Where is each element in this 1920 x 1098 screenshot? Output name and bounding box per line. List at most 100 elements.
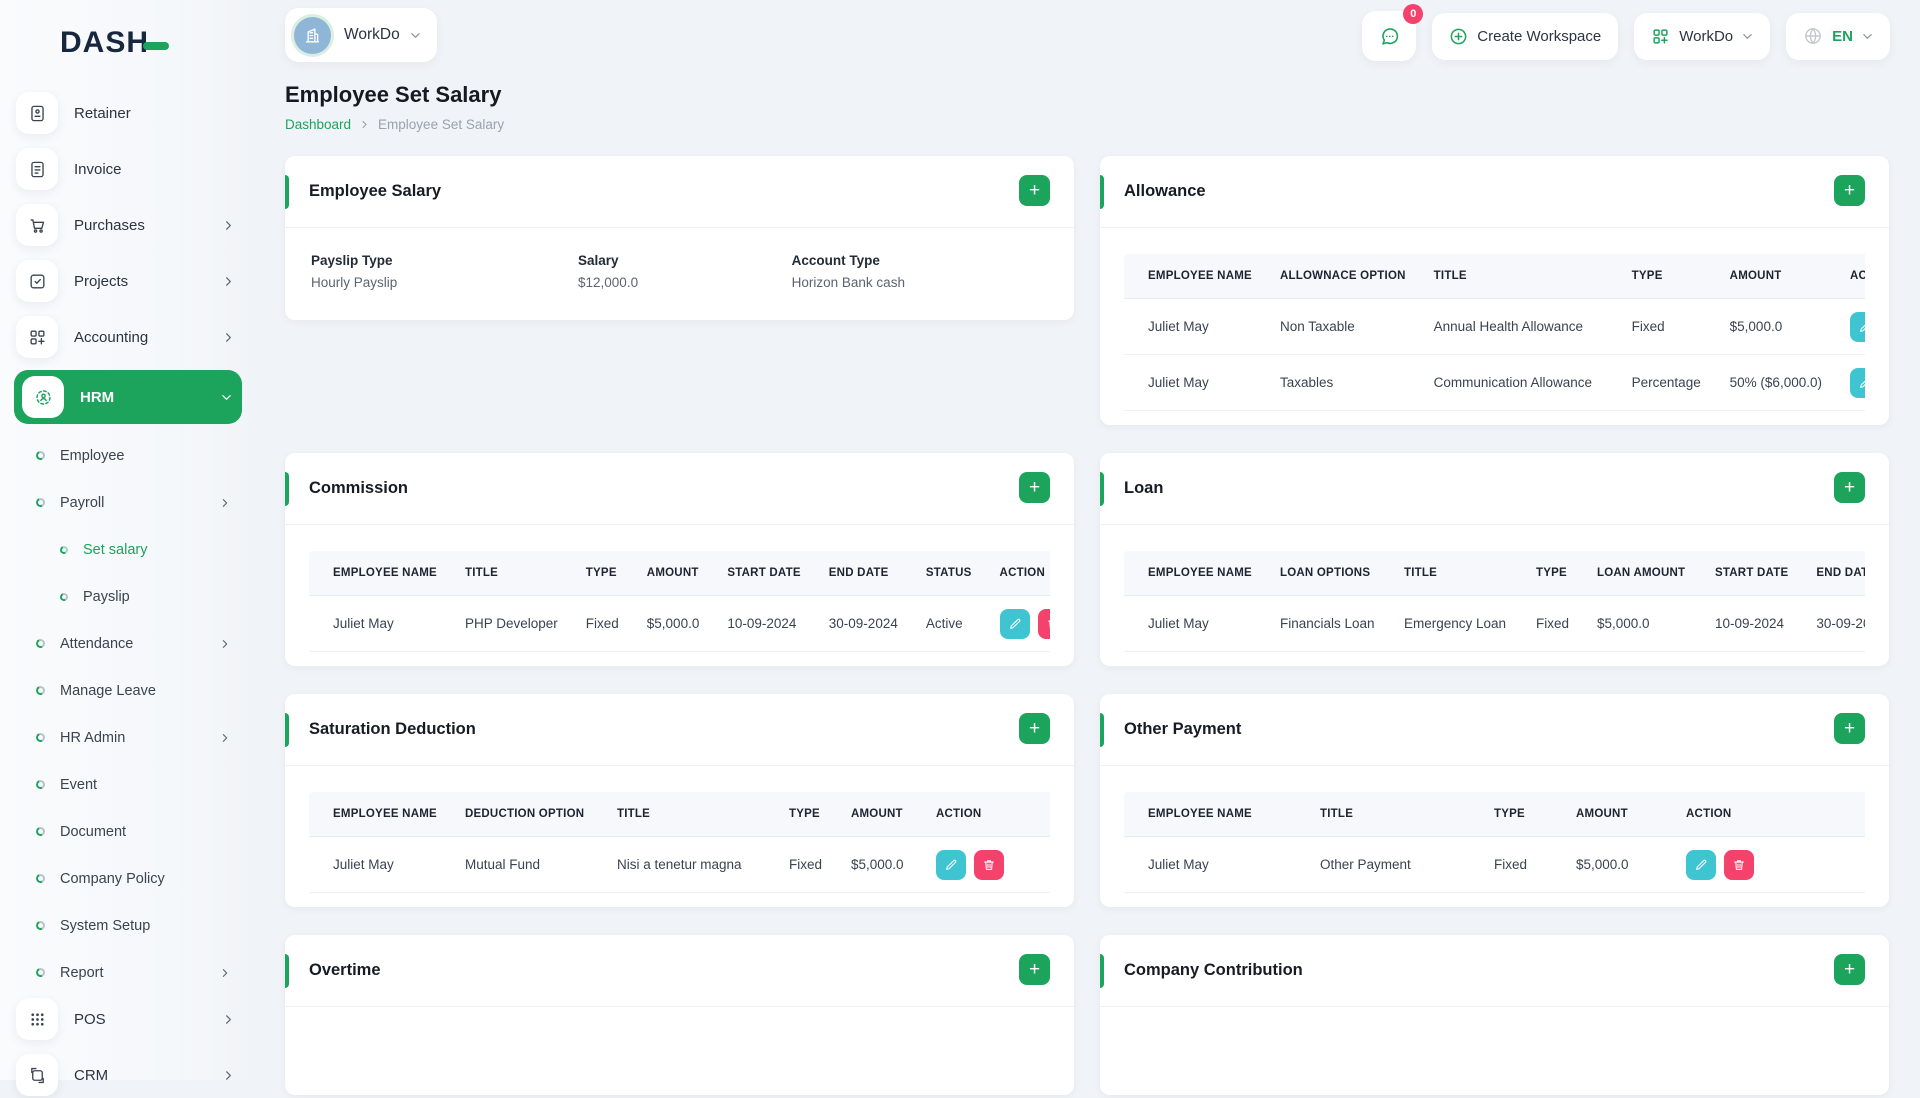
loan-table: Employee Name Loan Options Title Type Lo… bbox=[1124, 551, 1865, 652]
add-company-contribution-button[interactable]: + bbox=[1834, 954, 1865, 985]
column-header: Amount bbox=[632, 551, 714, 596]
card-accent-bar bbox=[1100, 472, 1104, 506]
cell: Annual Health Allowance bbox=[1419, 298, 1618, 355]
cell: $5,000.0 bbox=[1562, 836, 1672, 893]
sidebar-subitem-employee[interactable]: Employee bbox=[34, 432, 244, 479]
workspace-avatar bbox=[294, 16, 331, 54]
column-header: Action bbox=[985, 551, 1050, 596]
workspace-name: WorkDo bbox=[344, 26, 400, 43]
saturation-deduction-table-wrapper: Employee Name Deduction Option Title Typ… bbox=[309, 792, 1050, 893]
sidebar-subitem-event[interactable]: Event bbox=[34, 761, 244, 808]
column-header: Employee Name bbox=[309, 551, 451, 596]
sidebar-item-projects[interactable]: Projects bbox=[16, 258, 244, 304]
company-contribution-card: Company Contribution + bbox=[1100, 935, 1889, 1095]
allowance-table: Employee Name Allownace Option Title Typ… bbox=[1124, 254, 1865, 411]
workspace-selector[interactable]: WorkDo bbox=[285, 8, 437, 62]
sidebar-item-accounting[interactable]: Accounting bbox=[16, 314, 244, 360]
sidebar-subitem-hr-admin[interactable]: HR Admin bbox=[34, 714, 244, 761]
messages-button[interactable]: 0 bbox=[1362, 4, 1424, 61]
breadcrumb-dashboard-link[interactable]: Dashboard bbox=[285, 117, 351, 132]
sidebar-item-label: CRM bbox=[74, 1066, 109, 1084]
add-saturation-deduction-button[interactable]: + bbox=[1019, 713, 1050, 744]
cell: Mutual Fund bbox=[450, 836, 603, 893]
other-payment-table: Employee Name Title Type Amount Action J… bbox=[1124, 792, 1865, 893]
field-payslip-type: Payslip Type Hourly Payslip bbox=[311, 253, 578, 290]
bullet-icon bbox=[34, 731, 47, 744]
delete-button[interactable] bbox=[973, 849, 1004, 880]
column-header: Employee Name bbox=[1124, 792, 1306, 837]
add-other-payment-button[interactable]: + bbox=[1834, 713, 1865, 744]
sidebar-subitem-system-setup[interactable]: System Setup bbox=[34, 902, 244, 949]
card-title: Company Contribution bbox=[1124, 961, 1303, 979]
card-title: Allowance bbox=[1124, 182, 1206, 200]
edit-button[interactable] bbox=[1686, 849, 1716, 880]
add-employee-salary-button[interactable]: + bbox=[1019, 175, 1050, 206]
card-accent-bar bbox=[1100, 175, 1104, 209]
card-accent-bar bbox=[1100, 954, 1104, 988]
app-logo[interactable]: DASH bbox=[0, 0, 256, 60]
bullet-icon bbox=[34, 966, 47, 979]
edit-button[interactable] bbox=[999, 608, 1030, 639]
delete-button[interactable] bbox=[1037, 608, 1050, 639]
sidebar-item-pos[interactable]: POS bbox=[16, 996, 244, 1042]
card-accent-bar bbox=[285, 713, 289, 747]
language-selector[interactable]: EN bbox=[1786, 12, 1890, 60]
cell: 50% ($6,000.0) bbox=[1715, 354, 1836, 411]
column-header: Status bbox=[911, 551, 986, 596]
column-header: Amount bbox=[836, 792, 922, 837]
cell: $5,000.0 bbox=[1582, 595, 1701, 652]
add-commission-button[interactable]: + bbox=[1019, 472, 1050, 503]
field-salary: Salary $12,000.0 bbox=[578, 253, 792, 290]
sidebar-subitem-attendance[interactable]: Attendance bbox=[34, 620, 244, 667]
bullet-icon bbox=[58, 591, 70, 602]
cell: Fixed bbox=[1480, 836, 1562, 893]
card-header: Commission + bbox=[285, 453, 1074, 525]
card-header: Overtime + bbox=[285, 935, 1074, 1007]
subitem-label: Report bbox=[60, 964, 104, 981]
cell: $5,000.0 bbox=[836, 836, 922, 893]
delete-button[interactable] bbox=[1724, 849, 1754, 880]
sidebar-menu: Retainer Invoice Purchases Projects Acco… bbox=[0, 90, 256, 1098]
sidebar-subitem-report[interactable]: Report bbox=[34, 949, 244, 996]
workdo-menu-button[interactable]: WorkDo bbox=[1634, 12, 1771, 60]
add-overtime-button[interactable]: + bbox=[1019, 954, 1050, 985]
chevron-right-icon bbox=[223, 276, 234, 287]
messages-badge: 0 bbox=[1403, 4, 1424, 24]
cell: Fixed bbox=[1617, 298, 1716, 355]
sidebar-item-crm[interactable]: CRM bbox=[16, 1052, 244, 1098]
employee-salary-fields: Payslip Type Hourly Payslip Salary $12,0… bbox=[285, 228, 1074, 320]
column-header: Type bbox=[774, 792, 837, 837]
sidebar-subitem-payroll[interactable]: Payroll bbox=[34, 479, 244, 526]
add-allowance-button[interactable]: + bbox=[1834, 175, 1865, 206]
edit-button[interactable] bbox=[935, 849, 966, 880]
subitem-label: Company Policy bbox=[60, 870, 165, 887]
sidebar-subitem-set-salary[interactable]: Set salary bbox=[58, 526, 244, 573]
create-workspace-button[interactable]: Create Workspace bbox=[1432, 12, 1619, 60]
invoice-icon bbox=[16, 148, 58, 190]
field-label: Salary bbox=[578, 253, 619, 268]
sidebar-item-invoice[interactable]: Invoice bbox=[16, 146, 244, 192]
edit-button[interactable] bbox=[1849, 311, 1865, 342]
card-title: Loan bbox=[1124, 479, 1164, 497]
workdo-menu-label: WorkDo bbox=[1679, 27, 1734, 45]
bullet-icon bbox=[34, 449, 47, 462]
sidebar-item-purchases[interactable]: Purchases bbox=[16, 202, 244, 248]
card-header: Loan + bbox=[1100, 453, 1889, 525]
column-header: Start Date bbox=[713, 551, 815, 596]
edit-button[interactable] bbox=[1849, 367, 1865, 398]
sidebar-item-hrm[interactable]: HRM bbox=[14, 370, 242, 424]
bullet-icon bbox=[34, 496, 47, 509]
sidebar-subitem-manage-leave[interactable]: Manage Leave bbox=[34, 667, 244, 714]
sidebar-item-retainer[interactable]: Retainer bbox=[16, 90, 244, 136]
add-loan-button[interactable]: + bbox=[1834, 472, 1865, 503]
commission-card: Commission + Employee Name Title Type Am… bbox=[285, 453, 1074, 666]
saturation-deduction-table: Employee Name Deduction Option Title Typ… bbox=[309, 792, 1050, 893]
other-payment-table-wrapper: Employee Name Title Type Amount Action J… bbox=[1124, 792, 1865, 893]
sidebar-subitem-company-policy[interactable]: Company Policy bbox=[34, 855, 244, 902]
card-title: Commission bbox=[309, 479, 409, 497]
breadcrumb-current: Employee Set Salary bbox=[378, 117, 505, 132]
table-row: Juliet May Other Payment Fixed $5,000.0 bbox=[1124, 836, 1865, 893]
sidebar-subitem-document[interactable]: Document bbox=[34, 808, 244, 855]
sidebar-subitem-payslip[interactable]: Payslip bbox=[58, 573, 244, 620]
overtime-card: Overtime + bbox=[285, 935, 1074, 1095]
